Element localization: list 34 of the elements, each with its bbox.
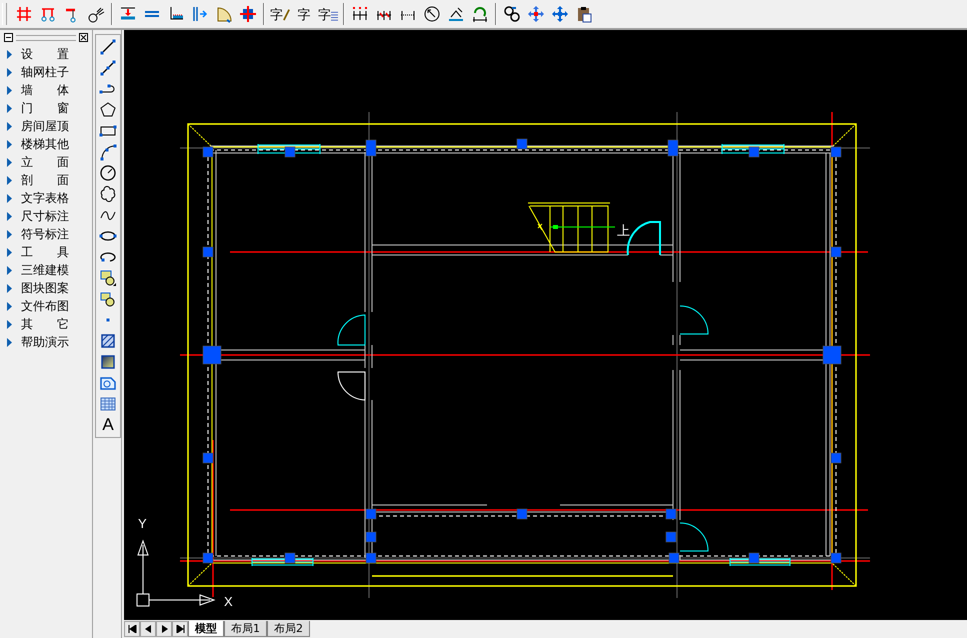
panel-grip[interactable]: [16, 34, 76, 40]
menu-item[interactable]: 墙 体: [0, 81, 92, 99]
layout-tab[interactable]: 布局2: [267, 621, 310, 637]
menu-item[interactable]: 文件布图: [0, 297, 92, 315]
drawing-canvas[interactable]: 上 X Y: [124, 30, 967, 620]
menu-item[interactable]: 文字表格: [0, 189, 92, 207]
menu-item[interactable]: 尺寸标注: [0, 207, 92, 225]
menu-item[interactable]: 符号标注: [0, 225, 92, 243]
layout-tab[interactable]: 模型: [188, 621, 224, 637]
next-page-icon[interactable]: [156, 621, 172, 637]
stair-up-label: 上: [617, 224, 630, 239]
collapse-icon[interactable]: [4, 33, 13, 42]
previous-page-icon[interactable]: [140, 621, 156, 637]
last-page-icon[interactable]: [172, 621, 188, 637]
menu-item[interactable]: 剖 面: [0, 171, 92, 189]
menu-item[interactable]: 立 面: [0, 153, 92, 171]
ucs-axis-icon: [136, 540, 216, 606]
menu-item[interactable]: 工 具: [0, 243, 92, 261]
y-axis-label: Y: [138, 516, 147, 531]
first-page-icon[interactable]: [124, 621, 140, 637]
menu-item[interactable]: 帮助演示: [0, 333, 92, 351]
menu-item[interactable]: 图块图案: [0, 279, 92, 297]
menu-item[interactable]: 楼梯其他: [0, 135, 92, 153]
column-block-icon[interactable]: [237, 3, 259, 25]
layout-tab[interactable]: 布局1: [224, 621, 267, 637]
menu-item[interactable]: 三维建模: [0, 261, 92, 279]
menu-item[interactable]: 门 窗: [0, 99, 92, 117]
menu-item[interactable]: 房间屋顶: [0, 117, 92, 135]
menu-item[interactable]: 其 它: [0, 315, 92, 333]
menu-item[interactable]: 轴网柱子: [0, 63, 92, 81]
text-tool-button[interactable]: A: [97, 415, 119, 435]
close-icon[interactable]: [79, 33, 88, 42]
menu-item[interactable]: 设 置: [0, 45, 92, 63]
x-axis-label: X: [224, 594, 233, 609]
